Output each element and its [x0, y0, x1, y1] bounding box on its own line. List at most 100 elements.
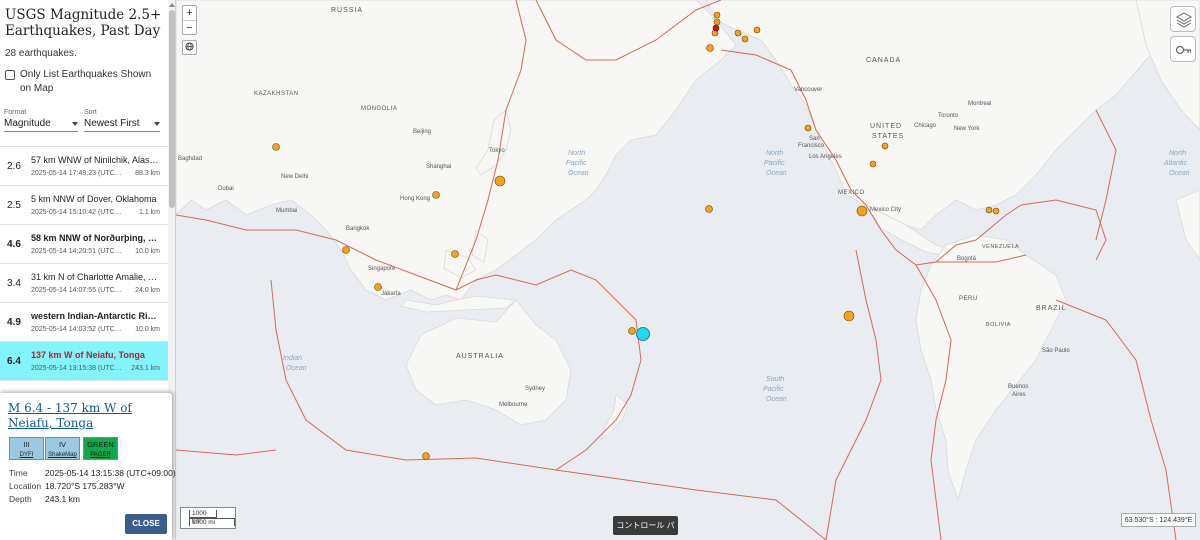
- list-item-place: 137 km W of Neiafu, Tonga: [31, 350, 145, 360]
- time-value: 2025-05-14 13:15:38 (UTC+09:00): [45, 468, 176, 478]
- list-item-depth: 24.0 km: [135, 287, 160, 294]
- format-select[interactable]: Format Magnitude: [4, 109, 78, 132]
- label-russia: RUSSIA: [331, 7, 363, 14]
- sort-select[interactable]: Sort Newest First: [84, 109, 160, 132]
- label-mexicocity: Mexico City: [870, 207, 901, 213]
- list-item-magnitude: 2.5: [7, 200, 21, 211]
- quake-marker[interactable]: [753, 26, 761, 34]
- quake-marker[interactable]: [985, 206, 993, 214]
- list-item-depth: 10.0 km: [135, 248, 160, 255]
- quake-marker[interactable]: [422, 452, 430, 460]
- quake-marker[interactable]: [272, 143, 280, 151]
- quake-marker[interactable]: [494, 175, 506, 187]
- label-jakarta: Jakarta: [381, 291, 401, 297]
- label-losangeles: Los Angeles: [809, 154, 842, 160]
- chevron-down-icon: [154, 121, 160, 126]
- list-item-depth: 1.1 km: [138, 209, 160, 216]
- sort-value-box[interactable]: Newest First: [84, 118, 160, 132]
- list-item[interactable]: 4.6 58 km NNW of Norðurþing, Iceland 202…: [0, 225, 168, 264]
- quake-marker[interactable]: [374, 283, 382, 291]
- sort-label: Sort: [84, 109, 97, 116]
- label-dubai: Dubai: [218, 186, 234, 192]
- list-item-magnitude: 2.6: [7, 161, 21, 172]
- quake-marker[interactable]: [881, 142, 889, 150]
- layers-icon[interactable]: [1170, 6, 1196, 32]
- list-item-magnitude: 3.4: [7, 278, 21, 289]
- zoom-in-button[interactable]: +: [183, 6, 196, 20]
- quake-marker[interactable]: [741, 35, 749, 43]
- quake-marker[interactable]: [432, 191, 440, 199]
- zoom-out-button[interactable]: −: [183, 21, 196, 35]
- map-area[interactable]: RUSSIA KAZAKHSTAN MONGOLIA Beijing Tokyo…: [176, 0, 1200, 540]
- label-kazakhstan: KAZAKHSTAN: [254, 91, 299, 97]
- earthquake-map-app: RUSSIA KAZAKHSTAN MONGOLIA Beijing Tokyo…: [0, 0, 1200, 540]
- list-item-depth: 243.1 km: [131, 365, 160, 372]
- label-united: UNITED: [870, 123, 902, 130]
- pager-badge[interactable]: GREEN PAGER: [83, 437, 118, 460]
- quake-marker[interactable]: [705, 205, 713, 213]
- scroll-up-icon[interactable]: [169, 3, 175, 7]
- list-item-time: 2025-05-14 17:49:23 (UTC+09:00): [31, 170, 125, 177]
- quake-marker[interactable]: [342, 246, 350, 254]
- scale-km: 1000 km: [189, 510, 217, 525]
- sort-value: Newest First: [84, 118, 140, 129]
- list-item-magnitude: 4.9: [7, 317, 21, 328]
- label-north-pacific-1: North: [568, 150, 585, 157]
- legend-key-icon[interactable]: [1170, 36, 1196, 62]
- quake-marker-recent[interactable]: [712, 24, 720, 32]
- list-item[interactable]: 4.9 western Indian-Antarctic Ridge 2025-…: [0, 303, 168, 342]
- scrollbar-thumb[interactable]: [169, 10, 175, 208]
- list-item[interactable]: 2.5 5 km NNW of Dover, Oklahoma 2025-05-…: [0, 186, 168, 225]
- list-item-depth: 10.0 km: [135, 326, 160, 333]
- quake-marker-selected[interactable]: [636, 327, 650, 341]
- quake-marker[interactable]: [992, 207, 1000, 215]
- label-mexico: MEXICO: [838, 190, 865, 196]
- label-brazil: BRAZIL: [1036, 305, 1067, 312]
- only-list-checkbox[interactable]: [5, 70, 15, 80]
- scale-mi: 1000 mi: [189, 518, 235, 526]
- format-value: Magnitude: [4, 118, 51, 129]
- dyfi-badge[interactable]: III DYFI: [9, 437, 44, 460]
- quake-marker[interactable]: [713, 18, 721, 26]
- dyfi-value: III: [23, 440, 30, 449]
- list-item-place: 58 km NNW of Norðurþing, Iceland: [31, 233, 159, 243]
- list-item[interactable]: 3.4 31 km N of Charlotte Amalie, U.S. Vi…: [0, 264, 168, 303]
- quake-marker[interactable]: [804, 124, 812, 132]
- label-shanghai: Shanghai: [426, 164, 451, 170]
- earthquake-count: 28 earthquakes.: [5, 48, 77, 59]
- label-australia: AUSTRALIA: [456, 353, 504, 360]
- location-label: Location: [9, 481, 42, 491]
- quake-marker[interactable]: [451, 250, 459, 258]
- cursor-coordinates: 63.530°S : 124.439°E: [1121, 513, 1196, 527]
- list-item-place: 57 km WNW of Ninilchik, Alaska: [31, 155, 159, 165]
- label-melbourne: Melbourne: [499, 402, 528, 408]
- quake-marker[interactable]: [628, 327, 636, 335]
- label-montreal: Montreal: [968, 101, 991, 107]
- quake-marker[interactable]: [856, 205, 868, 217]
- label-north-pacific-2: Pacific: [566, 160, 587, 167]
- format-value-box[interactable]: Magnitude: [4, 118, 78, 132]
- label-sydney: Sydney: [525, 386, 545, 392]
- globe-icon[interactable]: [182, 40, 197, 55]
- quake-marker[interactable]: [706, 44, 714, 52]
- only-list-checkbox-row[interactable]: Only List Earthquakes Shown on Map: [0, 59, 168, 96]
- label-north-pacific-3: Ocean: [568, 170, 589, 177]
- quake-marker[interactable]: [869, 160, 877, 168]
- quake-marker[interactable]: [713, 11, 721, 19]
- layers-icon-glyph: [1175, 12, 1193, 28]
- label-buenosaires-2: Aires: [1012, 392, 1026, 398]
- close-button[interactable]: CLOSE: [125, 514, 167, 534]
- label-south-pacific-1: South: [766, 376, 784, 383]
- label-tokyo: Tokyo: [489, 148, 505, 154]
- quake-marker[interactable]: [843, 310, 855, 322]
- label-indian-2: Ocean: [286, 365, 307, 372]
- list-item-time: 2025-05-14 14:20:51 (UTC+09:00): [31, 248, 125, 255]
- list-item-time: 2025-05-14 14:03:52 (UTC+09:00): [31, 326, 125, 333]
- list-item[interactable]: 2.6 57 km WNW of Ninilchik, Alaska 2025-…: [0, 147, 168, 186]
- quake-marker[interactable]: [734, 29, 742, 37]
- popup-title-link[interactable]: M 6.4 - 137 km W of Neiafu, Tonga: [8, 401, 168, 431]
- label-north-atlantic-3: Ocean: [1169, 170, 1190, 177]
- pager-value: GREEN: [87, 440, 114, 449]
- shakemap-badge[interactable]: IV ShakeMap: [45, 437, 80, 460]
- list-item-selected[interactable]: 6.4 137 km W of Neiafu, Tonga 2025-05-14…: [0, 342, 168, 381]
